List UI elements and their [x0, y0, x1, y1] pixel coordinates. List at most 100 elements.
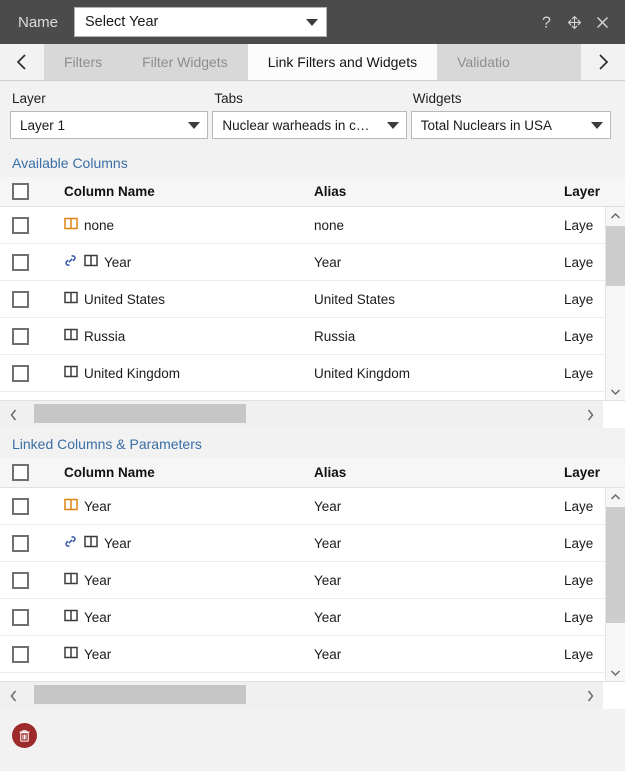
table-row[interactable]: Year Year Laye — [0, 599, 625, 636]
row-select-cell — [12, 497, 64, 515]
column-icon — [64, 572, 78, 588]
tab-link-filters-and-widgets[interactable]: Link Filters and Widgets — [247, 44, 438, 80]
hscroll-track[interactable] — [26, 401, 577, 428]
name-select-value: Select Year — [85, 14, 159, 30]
cell-alias: Year — [314, 499, 564, 514]
linked-columns-table: Column Name Alias Layer Year Year Laye Year… — [0, 458, 625, 709]
row-checkbox[interactable] — [12, 216, 29, 234]
tab-scroll-left-button[interactable] — [0, 44, 44, 80]
row-checkbox[interactable] — [12, 645, 29, 663]
table-row[interactable]: none none Laye — [0, 207, 625, 244]
column-name-text: Year — [104, 535, 132, 551]
delete-button[interactable] — [12, 722, 37, 748]
hscroll-track[interactable] — [26, 682, 577, 709]
row-checkbox[interactable] — [12, 364, 29, 382]
row-select-cell — [12, 534, 64, 552]
linked-columns-body: Year Year Laye Year Year Laye Year Year Laye Year… — [0, 488, 625, 681]
scroll-down-icon[interactable] — [609, 664, 622, 681]
header-alias[interactable]: Alias — [314, 465, 564, 480]
tab-filter-widgets[interactable]: Filter Widgets — [122, 44, 248, 80]
move-arrows-icon[interactable] — [566, 14, 583, 31]
table-row[interactable]: Year Year Laye — [0, 525, 625, 562]
table-row[interactable]: United Kingdom United Kingdom Laye — [0, 355, 625, 392]
tabs-label: Tabs — [214, 91, 243, 106]
table-row[interactable]: Year Year Laye — [0, 488, 625, 525]
row-checkbox[interactable] — [12, 253, 29, 271]
linked-columns-header-row: Column Name Alias Layer — [0, 458, 625, 488]
select-all-checkbox[interactable] — [12, 183, 29, 200]
link-icon — [64, 254, 77, 270]
scroll-right-icon[interactable] — [577, 689, 603, 703]
available-columns-vscrollbar[interactable] — [605, 207, 625, 400]
layer-text: Laye — [564, 365, 594, 381]
layer-selector-group: Layer Layer 1 — [10, 91, 209, 139]
tab-strip: Filters Filter Widgets Link Filters and … — [0, 44, 625, 81]
scroll-left-icon[interactable] — [0, 689, 26, 703]
widgets-selector-group: Widgets Total Nuclears in USA — [410, 91, 611, 139]
tab-filters-label: Filters — [64, 54, 103, 70]
table-row[interactable]: Year Year Laye — [0, 562, 625, 599]
scroll-right-icon[interactable] — [577, 408, 603, 422]
scroll-up-icon[interactable] — [609, 488, 622, 505]
header-column-name[interactable]: Column Name — [64, 184, 314, 199]
layer-text: Laye — [564, 328, 594, 344]
scroll-left-icon[interactable] — [0, 408, 26, 422]
row-select-cell — [12, 608, 64, 626]
scrollbar-corner — [603, 682, 625, 709]
hscroll-thumb[interactable] — [34, 404, 246, 423]
vscroll-track[interactable] — [606, 224, 625, 383]
name-select[interactable]: Select Year — [74, 7, 328, 37]
linked-columns-hscrollbar[interactable] — [0, 681, 625, 709]
header-layer[interactable]: Layer — [564, 465, 625, 480]
linked-columns-vscrollbar[interactable] — [605, 488, 625, 681]
table-row[interactable]: United States United States Laye — [0, 281, 625, 318]
header-alias[interactable]: Alias — [314, 184, 564, 199]
tab-scroll-right-button[interactable] — [581, 44, 625, 80]
cell-column-name: Year — [64, 535, 314, 551]
question-mark-icon[interactable]: ? — [538, 14, 555, 31]
select-all-checkbox[interactable] — [12, 464, 29, 481]
widgets-select[interactable]: Total Nuclears in USA — [410, 111, 611, 139]
link-icon — [64, 535, 77, 551]
table-row-partial[interactable] — [0, 392, 625, 400]
cell-alias: none — [314, 218, 564, 233]
cell-column-name: none — [64, 217, 314, 233]
row-checkbox[interactable] — [12, 534, 29, 552]
available-columns-hscrollbar[interactable] — [0, 400, 625, 428]
chevron-down-icon — [306, 18, 319, 26]
tab-filters[interactable]: Filters — [44, 44, 123, 80]
layer-text: Laye — [564, 535, 594, 551]
cell-alias: United States — [314, 292, 564, 307]
chevron-down-icon — [188, 121, 201, 129]
vscroll-thumb[interactable] — [606, 507, 625, 624]
column-name-text: Year — [104, 254, 132, 270]
column-icon — [64, 328, 78, 344]
header-layer[interactable]: Layer — [564, 184, 625, 199]
table-row-partial[interactable] — [0, 673, 625, 681]
linked-columns-title: Linked Columns & Parameters — [12, 436, 202, 452]
select-all-cell — [12, 183, 64, 200]
table-row[interactable]: Year Year Laye — [0, 244, 625, 281]
close-icon[interactable] — [594, 14, 611, 31]
scroll-down-icon[interactable] — [609, 383, 622, 400]
layer-text: Laye — [564, 572, 594, 588]
table-row[interactable]: Russia Russia Laye — [0, 318, 625, 355]
header-column-name[interactable]: Column Name — [64, 465, 314, 480]
vscroll-track[interactable] — [606, 505, 625, 664]
cell-column-name: Year — [64, 609, 314, 625]
row-checkbox[interactable] — [12, 290, 29, 308]
column-icon — [64, 609, 78, 625]
scroll-up-icon[interactable] — [609, 207, 622, 224]
layer-label: Layer — [12, 91, 46, 106]
row-checkbox[interactable] — [12, 608, 29, 626]
row-checkbox[interactable] — [12, 571, 29, 589]
tabs-select[interactable]: Nuclear warheads in c… — [212, 111, 407, 139]
row-checkbox[interactable] — [12, 327, 29, 345]
available-columns-table: Column Name Alias Layer none none Laye Year… — [0, 177, 625, 428]
row-checkbox[interactable] — [12, 497, 29, 515]
vscroll-thumb[interactable] — [606, 226, 625, 287]
layer-select[interactable]: Layer 1 — [10, 111, 209, 139]
table-row[interactable]: Year Year Laye — [0, 636, 625, 673]
tab-validation[interactable]: Validatio — [437, 44, 530, 80]
hscroll-thumb[interactable] — [34, 685, 246, 704]
